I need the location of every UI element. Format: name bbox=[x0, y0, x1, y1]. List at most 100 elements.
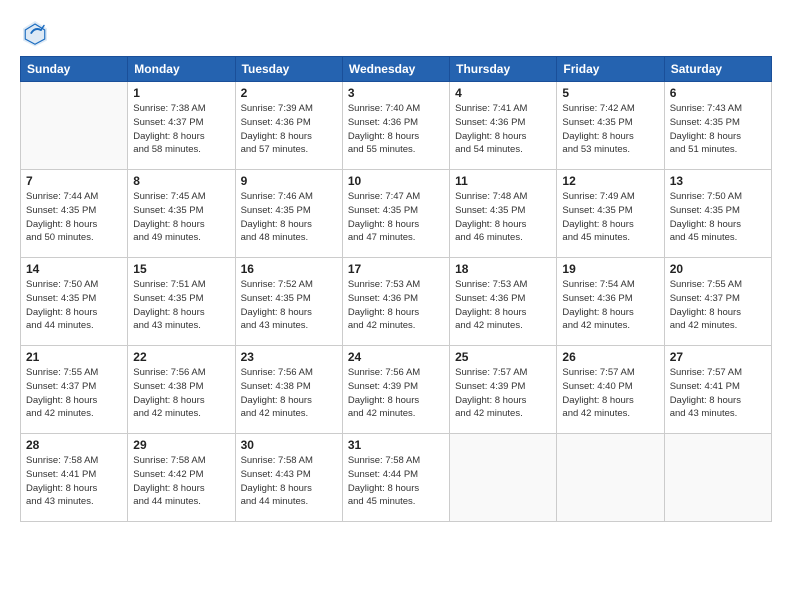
weekday-header-row: SundayMondayTuesdayWednesdayThursdayFrid… bbox=[21, 57, 772, 82]
calendar-cell: 4 Sunrise: 7:41 AM Sunset: 4:36 PM Daylig… bbox=[450, 82, 557, 170]
calendar-cell: 24 Sunrise: 7:56 AM Sunset: 4:39 PM Dayli… bbox=[342, 346, 449, 434]
calendar-cell: 2 Sunrise: 7:39 AM Sunset: 4:36 PM Daylig… bbox=[235, 82, 342, 170]
day-number: 10 bbox=[348, 174, 444, 188]
cell-details: Sunrise: 7:58 AM Sunset: 4:41 PM Dayligh… bbox=[26, 454, 122, 509]
cell-details: Sunrise: 7:53 AM Sunset: 4:36 PM Dayligh… bbox=[455, 278, 551, 333]
day-number: 7 bbox=[26, 174, 122, 188]
calendar-cell bbox=[557, 434, 664, 522]
day-number: 26 bbox=[562, 350, 658, 364]
cell-details: Sunrise: 7:41 AM Sunset: 4:36 PM Dayligh… bbox=[455, 102, 551, 157]
weekday-header-thursday: Thursday bbox=[450, 57, 557, 82]
day-number: 9 bbox=[241, 174, 337, 188]
cell-details: Sunrise: 7:56 AM Sunset: 4:39 PM Dayligh… bbox=[348, 366, 444, 421]
cell-details: Sunrise: 7:39 AM Sunset: 4:36 PM Dayligh… bbox=[241, 102, 337, 157]
cell-details: Sunrise: 7:44 AM Sunset: 4:35 PM Dayligh… bbox=[26, 190, 122, 245]
calendar-cell: 31 Sunrise: 7:58 AM Sunset: 4:44 PM Dayli… bbox=[342, 434, 449, 522]
day-number: 24 bbox=[348, 350, 444, 364]
cell-details: Sunrise: 7:46 AM Sunset: 4:35 PM Dayligh… bbox=[241, 190, 337, 245]
day-number: 19 bbox=[562, 262, 658, 276]
cell-details: Sunrise: 7:55 AM Sunset: 4:37 PM Dayligh… bbox=[670, 278, 766, 333]
weekday-header-monday: Monday bbox=[128, 57, 235, 82]
day-number: 27 bbox=[670, 350, 766, 364]
day-number: 21 bbox=[26, 350, 122, 364]
calendar-cell: 12Sunrise: 7:49 AM Sunset: 4:35 PM Dayli… bbox=[557, 170, 664, 258]
calendar-cell: 14Sunrise: 7:50 AM Sunset: 4:35 PM Dayli… bbox=[21, 258, 128, 346]
calendar-cell: 26Sunrise: 7:57 AM Sunset: 4:40 PM Dayli… bbox=[557, 346, 664, 434]
page: SundayMondayTuesdayWednesdayThursdayFrid… bbox=[0, 0, 792, 612]
day-number: 20 bbox=[670, 262, 766, 276]
calendar-cell: 10 Sunrise: 7:47 AM Sunset: 4:35 PM Dayli… bbox=[342, 170, 449, 258]
week-row-2: 7 Sunrise: 7:44 AM Sunset: 4:35 PM Daylig… bbox=[21, 170, 772, 258]
day-number: 23 bbox=[241, 350, 337, 364]
day-number: 29 bbox=[133, 438, 229, 452]
day-number: 22 bbox=[133, 350, 229, 364]
cell-details: Sunrise: 7:43 AM Sunset: 4:35 PM Dayligh… bbox=[670, 102, 766, 157]
cell-details: Sunrise: 7:56 AM Sunset: 4:38 PM Dayligh… bbox=[241, 366, 337, 421]
week-row-5: 28 Sunrise: 7:58 AM Sunset: 4:41 PM Dayli… bbox=[21, 434, 772, 522]
day-number: 2 bbox=[241, 86, 337, 100]
calendar-cell: 30 Sunrise: 7:58 AM Sunset: 4:43 PM Dayli… bbox=[235, 434, 342, 522]
cell-details: Sunrise: 7:48 AM Sunset: 4:35 PM Dayligh… bbox=[455, 190, 551, 245]
weekday-header-tuesday: Tuesday bbox=[235, 57, 342, 82]
calendar-cell: 19 Sunrise: 7:54 AM Sunset: 4:36 PM Dayli… bbox=[557, 258, 664, 346]
cell-details: Sunrise: 7:53 AM Sunset: 4:36 PM Dayligh… bbox=[348, 278, 444, 333]
calendar-cell: 17 Sunrise: 7:53 AM Sunset: 4:36 PM Dayli… bbox=[342, 258, 449, 346]
cell-details: Sunrise: 7:57 AM Sunset: 4:39 PM Dayligh… bbox=[455, 366, 551, 421]
day-number: 16 bbox=[241, 262, 337, 276]
day-number: 15 bbox=[133, 262, 229, 276]
day-number: 1 bbox=[133, 86, 229, 100]
cell-details: Sunrise: 7:54 AM Sunset: 4:36 PM Dayligh… bbox=[562, 278, 658, 333]
day-number: 8 bbox=[133, 174, 229, 188]
logo-icon bbox=[20, 18, 50, 48]
calendar-cell: 9 Sunrise: 7:46 AM Sunset: 4:35 PM Daylig… bbox=[235, 170, 342, 258]
week-row-3: 14Sunrise: 7:50 AM Sunset: 4:35 PM Dayli… bbox=[21, 258, 772, 346]
day-number: 11 bbox=[455, 174, 551, 188]
cell-details: Sunrise: 7:50 AM Sunset: 4:35 PM Dayligh… bbox=[670, 190, 766, 245]
calendar-cell: 3Sunrise: 7:40 AM Sunset: 4:36 PM Daylig… bbox=[342, 82, 449, 170]
cell-details: Sunrise: 7:57 AM Sunset: 4:41 PM Dayligh… bbox=[670, 366, 766, 421]
calendar-cell: 11 Sunrise: 7:48 AM Sunset: 4:35 PM Dayli… bbox=[450, 170, 557, 258]
cell-details: Sunrise: 7:47 AM Sunset: 4:35 PM Dayligh… bbox=[348, 190, 444, 245]
calendar-cell: 23 Sunrise: 7:56 AM Sunset: 4:38 PM Dayli… bbox=[235, 346, 342, 434]
calendar-cell bbox=[21, 82, 128, 170]
calendar-cell: 1 Sunrise: 7:38 AM Sunset: 4:37 PM Daylig… bbox=[128, 82, 235, 170]
calendar-cell: 5Sunrise: 7:42 AM Sunset: 4:35 PM Daylig… bbox=[557, 82, 664, 170]
calendar-cell: 20 Sunrise: 7:55 AM Sunset: 4:37 PM Dayli… bbox=[664, 258, 771, 346]
cell-details: Sunrise: 7:50 AM Sunset: 4:35 PM Dayligh… bbox=[26, 278, 122, 333]
day-number: 30 bbox=[241, 438, 337, 452]
calendar-cell bbox=[450, 434, 557, 522]
calendar-cell: 6Sunrise: 7:43 AM Sunset: 4:35 PM Daylig… bbox=[664, 82, 771, 170]
logo bbox=[20, 18, 54, 48]
day-number: 28 bbox=[26, 438, 122, 452]
day-number: 4 bbox=[455, 86, 551, 100]
cell-details: Sunrise: 7:45 AM Sunset: 4:35 PM Dayligh… bbox=[133, 190, 229, 245]
calendar-cell: 21 Sunrise: 7:55 AM Sunset: 4:37 PM Dayli… bbox=[21, 346, 128, 434]
cell-details: Sunrise: 7:58 AM Sunset: 4:43 PM Dayligh… bbox=[241, 454, 337, 509]
cell-details: Sunrise: 7:38 AM Sunset: 4:37 PM Dayligh… bbox=[133, 102, 229, 157]
cell-details: Sunrise: 7:42 AM Sunset: 4:35 PM Dayligh… bbox=[562, 102, 658, 157]
day-number: 18 bbox=[455, 262, 551, 276]
cell-details: Sunrise: 7:58 AM Sunset: 4:42 PM Dayligh… bbox=[133, 454, 229, 509]
calendar-cell: 29 Sunrise: 7:58 AM Sunset: 4:42 PM Dayli… bbox=[128, 434, 235, 522]
day-number: 31 bbox=[348, 438, 444, 452]
calendar-cell bbox=[664, 434, 771, 522]
cell-details: Sunrise: 7:55 AM Sunset: 4:37 PM Dayligh… bbox=[26, 366, 122, 421]
calendar-cell: 22 Sunrise: 7:56 AM Sunset: 4:38 PM Dayli… bbox=[128, 346, 235, 434]
day-number: 13 bbox=[670, 174, 766, 188]
week-row-4: 21 Sunrise: 7:55 AM Sunset: 4:37 PM Dayli… bbox=[21, 346, 772, 434]
cell-details: Sunrise: 7:51 AM Sunset: 4:35 PM Dayligh… bbox=[133, 278, 229, 333]
calendar-cell: 16Sunrise: 7:52 AM Sunset: 4:35 PM Dayli… bbox=[235, 258, 342, 346]
day-number: 17 bbox=[348, 262, 444, 276]
weekday-header-wednesday: Wednesday bbox=[342, 57, 449, 82]
week-row-1: 1 Sunrise: 7:38 AM Sunset: 4:37 PM Daylig… bbox=[21, 82, 772, 170]
cell-details: Sunrise: 7:56 AM Sunset: 4:38 PM Dayligh… bbox=[133, 366, 229, 421]
calendar-cell: 7 Sunrise: 7:44 AM Sunset: 4:35 PM Daylig… bbox=[21, 170, 128, 258]
calendar-cell: 8 Sunrise: 7:45 AM Sunset: 4:35 PM Daylig… bbox=[128, 170, 235, 258]
header bbox=[20, 18, 772, 48]
cell-details: Sunrise: 7:40 AM Sunset: 4:36 PM Dayligh… bbox=[348, 102, 444, 157]
calendar-cell: 18 Sunrise: 7:53 AM Sunset: 4:36 PM Dayli… bbox=[450, 258, 557, 346]
cell-details: Sunrise: 7:58 AM Sunset: 4:44 PM Dayligh… bbox=[348, 454, 444, 509]
calendar-cell: 15 Sunrise: 7:51 AM Sunset: 4:35 PM Dayli… bbox=[128, 258, 235, 346]
weekday-header-sunday: Sunday bbox=[21, 57, 128, 82]
calendar-table: SundayMondayTuesdayWednesdayThursdayFrid… bbox=[20, 56, 772, 522]
